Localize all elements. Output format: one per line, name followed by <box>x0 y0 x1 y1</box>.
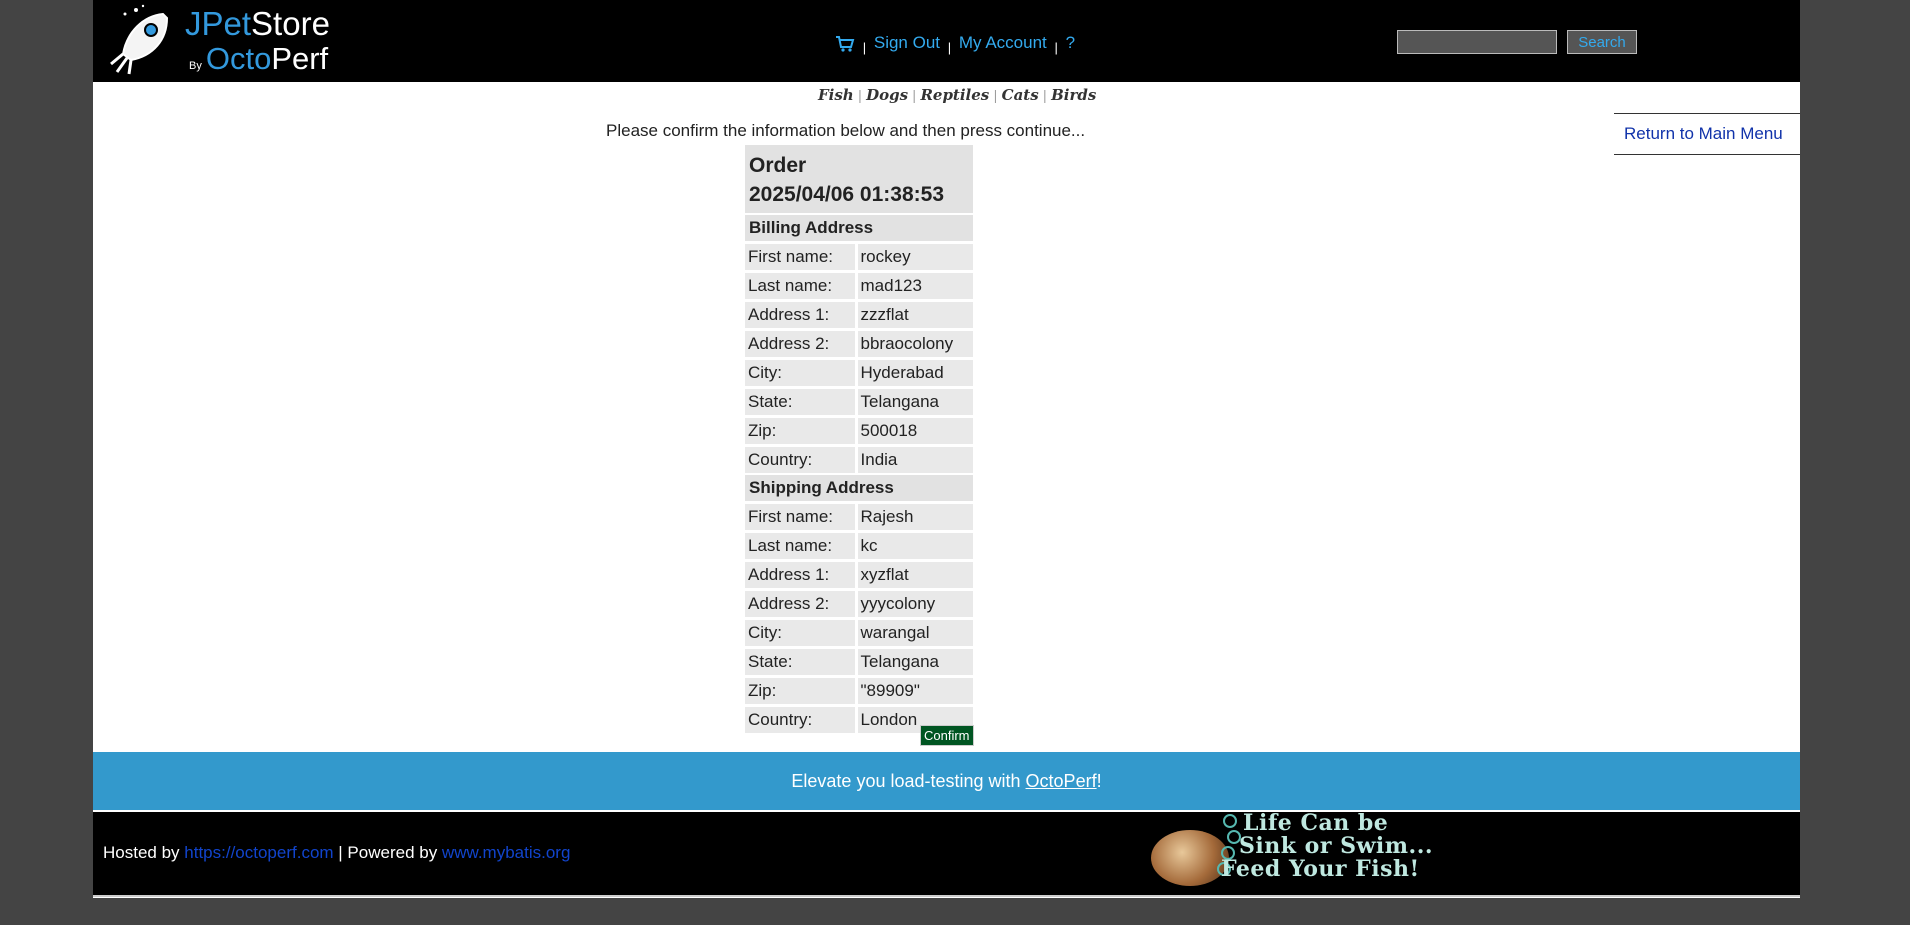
quicklink-birds[interactable]: Birds <box>1051 86 1096 104</box>
footer: Hosted by https://octoperf.com | Powered… <box>93 812 1800 897</box>
shipping-address2-value: yyycolony <box>857 591 973 617</box>
menu-separator: | <box>1054 40 1058 55</box>
billing-city-value: Hyderabad <box>857 360 973 386</box>
table-row: Last name: mad123 <box>745 273 973 299</box>
billing-state-value: Telangana <box>857 389 973 415</box>
table-row: City: Hyderabad <box>745 360 973 386</box>
quicklink-reptiles[interactable]: Reptiles <box>920 86 989 104</box>
order-datetime: 2025/04/06 01:38:53 <box>749 183 944 206</box>
table-row: Address 2: bbraocolony <box>745 331 973 357</box>
shipping-country-label: Country: <box>745 707 855 733</box>
billing-address-header: Billing Address <box>745 215 973 241</box>
quicklink-separator: | <box>857 89 863 104</box>
shipping-state-label: State: <box>745 649 855 675</box>
order-title: Order 2025/04/06 01:38:53 <box>745 145 973 213</box>
billing-state-label: State: <box>745 389 855 415</box>
billing-country-value: India <box>857 447 973 473</box>
back-menu: Return to Main Menu <box>1614 113 1800 155</box>
table-row: Country: India <box>745 447 973 473</box>
order-title-label: Order <box>749 154 807 177</box>
table-row: Address 1: xyzflat <box>745 562 973 588</box>
billing-first-name-value: rockey <box>857 244 973 270</box>
banner-line-1: Life Can be <box>1243 810 1389 836</box>
table-row: City: warangal <box>745 620 973 646</box>
billing-address1-value: zzzflat <box>857 302 973 328</box>
billing-last-name-label: Last name: <box>745 273 855 299</box>
billing-last-name-value: mad123 <box>857 273 973 299</box>
promo-bar: Elevate you load-testing with OctoPerf! <box>93 752 1800 810</box>
search-button[interactable]: Search <box>1567 30 1637 54</box>
octoperf-hosted-link[interactable]: https://octoperf.com <box>184 843 333 862</box>
shipping-address1-label: Address 1: <box>745 562 855 588</box>
shipping-first-name-value: Rajesh <box>857 504 973 530</box>
shipping-last-name-value: kc <box>857 533 973 559</box>
help-link[interactable]: ? <box>1066 33 1075 52</box>
billing-country-label: Country: <box>745 447 855 473</box>
billing-zip-value: 500018 <box>857 418 973 444</box>
feed-your-fish-banner[interactable]: Life Can be Sink or Swim... Feed Your Fi… <box>1141 812 1451 894</box>
octoperf-promo-link[interactable]: OctoPerf <box>1026 771 1097 791</box>
quicklink-dogs[interactable]: Dogs <box>866 86 908 104</box>
fish-image <box>1151 830 1229 886</box>
table-row: Last name: kc <box>745 533 973 559</box>
promo-text: Elevate you load-testing with <box>791 771 1026 791</box>
logo-subtitle: By OctoPerf <box>189 41 329 76</box>
billing-address2-value: bbraocolony <box>857 331 973 357</box>
shipping-address-header: Shipping Address <box>745 475 973 501</box>
table-row: First name: Rajesh <box>745 504 973 530</box>
header-menu: | Sign Out | My Account | ? <box>835 30 1075 55</box>
shipping-last-name-label: Last name: <box>745 533 855 559</box>
table-row: Address 2: yyycolony <box>745 591 973 617</box>
promo-suffix: ! <box>1096 771 1102 791</box>
shipping-address1-value: xyzflat <box>857 562 973 588</box>
sign-out-link[interactable]: Sign Out <box>874 33 940 52</box>
quicklink-fish[interactable]: Fish <box>818 86 854 104</box>
shipping-state-value: Telangana <box>857 649 973 675</box>
banner-text: Life Can be Sink or Swim... Feed Your Fi… <box>1221 812 1433 881</box>
logo-title: JPetStore <box>185 5 330 42</box>
hosted-by-text: Hosted by <box>103 843 185 862</box>
powered-by-text: | Powered by <box>333 843 442 862</box>
quicklink-cats[interactable]: Cats <box>1002 86 1039 104</box>
table-row: First name: rockey <box>745 244 973 270</box>
cart-icon[interactable] <box>835 35 855 53</box>
rocket-icon <box>110 4 169 75</box>
shipping-city-label: City: <box>745 620 855 646</box>
billing-city-label: City: <box>745 360 855 386</box>
order-table: Order 2025/04/06 01:38:53 Billing Addres… <box>745 145 973 733</box>
table-row: Address 1: zzzflat <box>745 302 973 328</box>
return-to-main-menu-link[interactable]: Return to Main Menu <box>1624 124 1783 144</box>
mybatis-link[interactable]: www.mybatis.org <box>442 843 570 862</box>
my-account-link[interactable]: My Account <box>959 33 1047 52</box>
banner-line-3: Feed Your Fish! <box>1221 856 1420 882</box>
jpetstore-logo[interactable]: JPetStore By OctoPerf <box>103 2 333 78</box>
header: JPetStore By OctoPerf | Sign Out | My Acc… <box>93 0 1800 82</box>
footer-credits: Hosted by https://octoperf.com | Powered… <box>103 843 570 863</box>
table-row: Zip: "89909" <box>745 678 973 704</box>
search-input[interactable] <box>1397 30 1557 54</box>
confirm-message: Please confirm the information below and… <box>606 121 1086 140</box>
table-row: State: Telangana <box>745 389 973 415</box>
confirm-button[interactable]: Confirm <box>920 725 974 746</box>
table-row: State: Telangana <box>745 649 973 675</box>
quicklink-separator: | <box>1042 89 1048 104</box>
page: JPetStore By OctoPerf | Sign Out | My Acc… <box>93 0 1800 898</box>
banner-line-2: Sink or Swim... <box>1239 833 1434 859</box>
shipping-zip-value: "89909" <box>857 678 973 704</box>
shipping-city-value: warangal <box>857 620 973 646</box>
category-quicklinks: Fish | Dogs | Reptiles | Cats | Birds <box>818 86 1096 104</box>
menu-separator: | <box>862 40 867 55</box>
quicklink-separator: | <box>912 89 917 104</box>
shipping-first-name-label: First name: <box>745 504 855 530</box>
shipping-address2-label: Address 2: <box>745 591 855 617</box>
billing-first-name-label: First name: <box>745 244 855 270</box>
menu-separator: | <box>947 40 952 55</box>
shipping-zip-label: Zip: <box>745 678 855 704</box>
billing-address1-label: Address 1: <box>745 302 855 328</box>
table-row: Zip: 500018 <box>745 418 973 444</box>
billing-zip-label: Zip: <box>745 418 855 444</box>
quicklink-separator: | <box>993 89 998 104</box>
billing-address2-label: Address 2: <box>745 331 855 357</box>
